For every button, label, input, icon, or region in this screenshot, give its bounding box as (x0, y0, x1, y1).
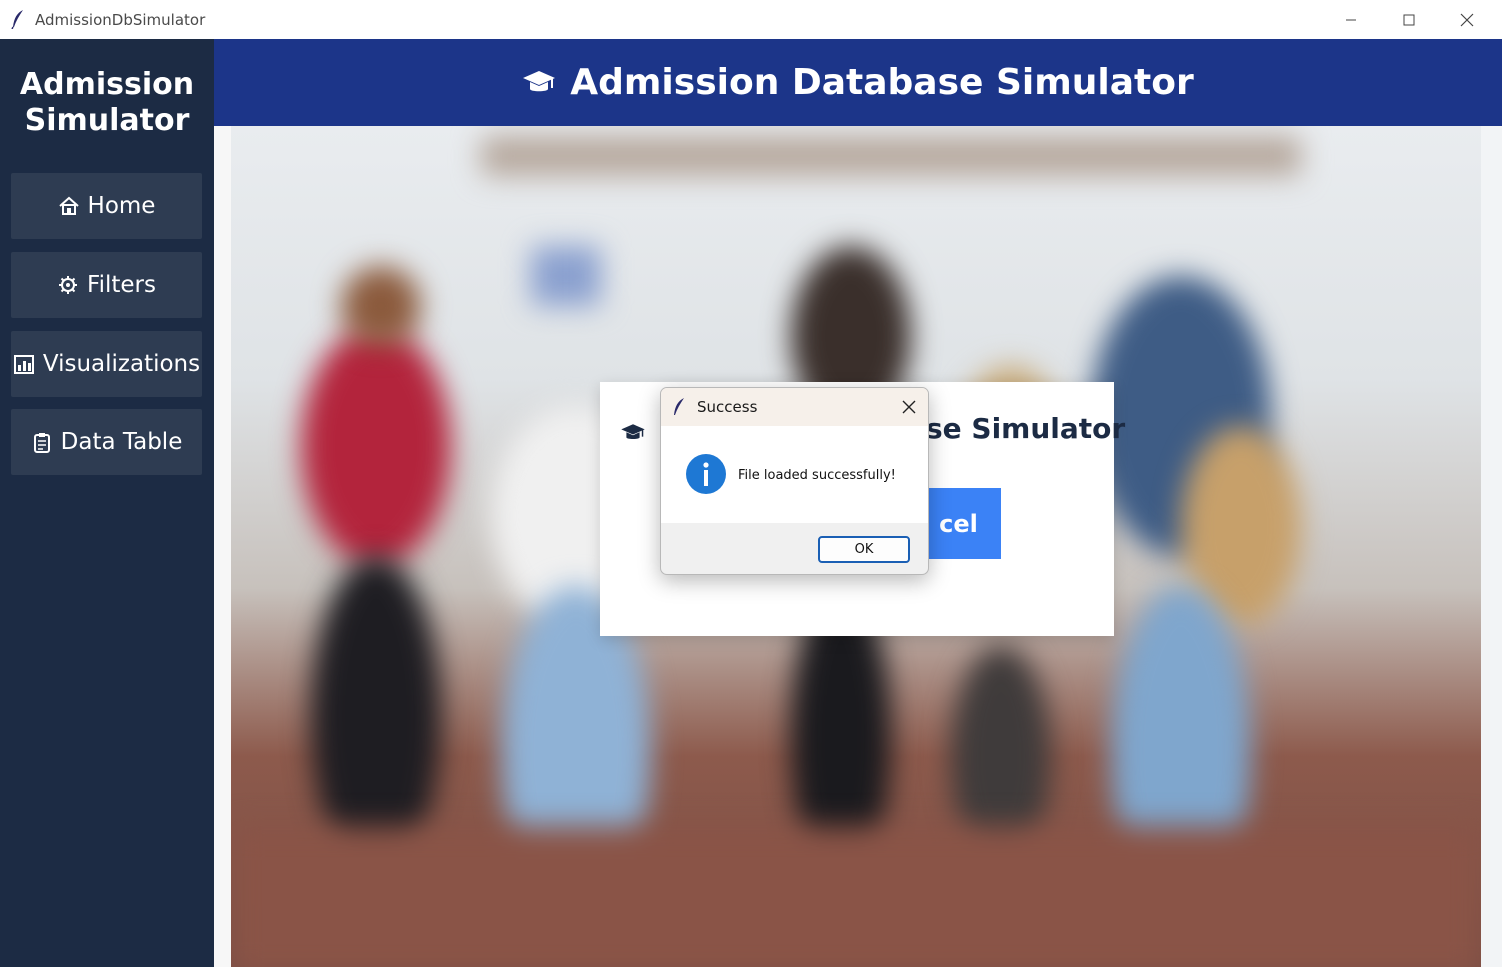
close-icon (902, 400, 916, 414)
graduation-cap-icon (621, 424, 645, 440)
sidebar-item-visualizations[interactable]: Visualizations (11, 331, 202, 397)
dialog-message: File loaded successfully! (738, 468, 896, 483)
close-icon (1460, 13, 1474, 26)
page-title: Admission Database Simulator (570, 62, 1194, 103)
success-dialog: Success File loaded successfully! OK (660, 387, 929, 575)
feather-icon (674, 398, 684, 415)
window-title: AdmissionDbSimulator (35, 11, 206, 29)
card-title: se Simulator (926, 412, 1126, 445)
minimize-button[interactable] (1322, 0, 1380, 39)
dialog-title: Success (697, 398, 758, 416)
close-button[interactable] (1438, 0, 1496, 39)
feather-icon (11, 10, 23, 29)
maximize-icon (1403, 14, 1415, 25)
ok-button-label: OK (854, 542, 874, 557)
sidebar-item-label: Data Table (60, 429, 183, 455)
load-excel-button-label: cel (939, 509, 978, 538)
sidebar-item-filters[interactable]: Filters (11, 252, 202, 318)
sidebar-item-label: Visualizations (42, 351, 201, 377)
sidebar-brand: Admission Simulator (0, 67, 214, 139)
sidebar-item-label: Home (87, 193, 156, 219)
sidebar-item-label: Filters (87, 272, 156, 298)
brand-line-2: Simulator (24, 103, 190, 138)
sidebar: Admission Simulator Home Filters Visuali… (0, 39, 214, 967)
clipboard-icon (31, 431, 53, 453)
dialog-close-button[interactable] (900, 398, 918, 416)
header-banner: Admission Database Simulator (214, 39, 1502, 126)
dialog-body: File loaded successfully! (661, 426, 928, 523)
home-icon (58, 195, 80, 217)
window-titlebar: AdmissionDbSimulator (0, 0, 1502, 39)
sidebar-item-home[interactable]: Home (11, 173, 202, 239)
content-right-edge (1481, 126, 1502, 967)
brand-line-1: Admission (19, 67, 195, 102)
minimize-icon (1346, 19, 1356, 20)
content-left-edge (214, 126, 231, 967)
info-icon (686, 454, 726, 494)
gear-icon (57, 274, 79, 296)
maximize-button[interactable] (1380, 0, 1438, 39)
graduation-cap-icon (523, 70, 556, 91)
ok-button[interactable]: OK (818, 536, 910, 563)
bar-chart-icon (13, 353, 35, 375)
sidebar-item-data-table[interactable]: Data Table (11, 409, 202, 475)
